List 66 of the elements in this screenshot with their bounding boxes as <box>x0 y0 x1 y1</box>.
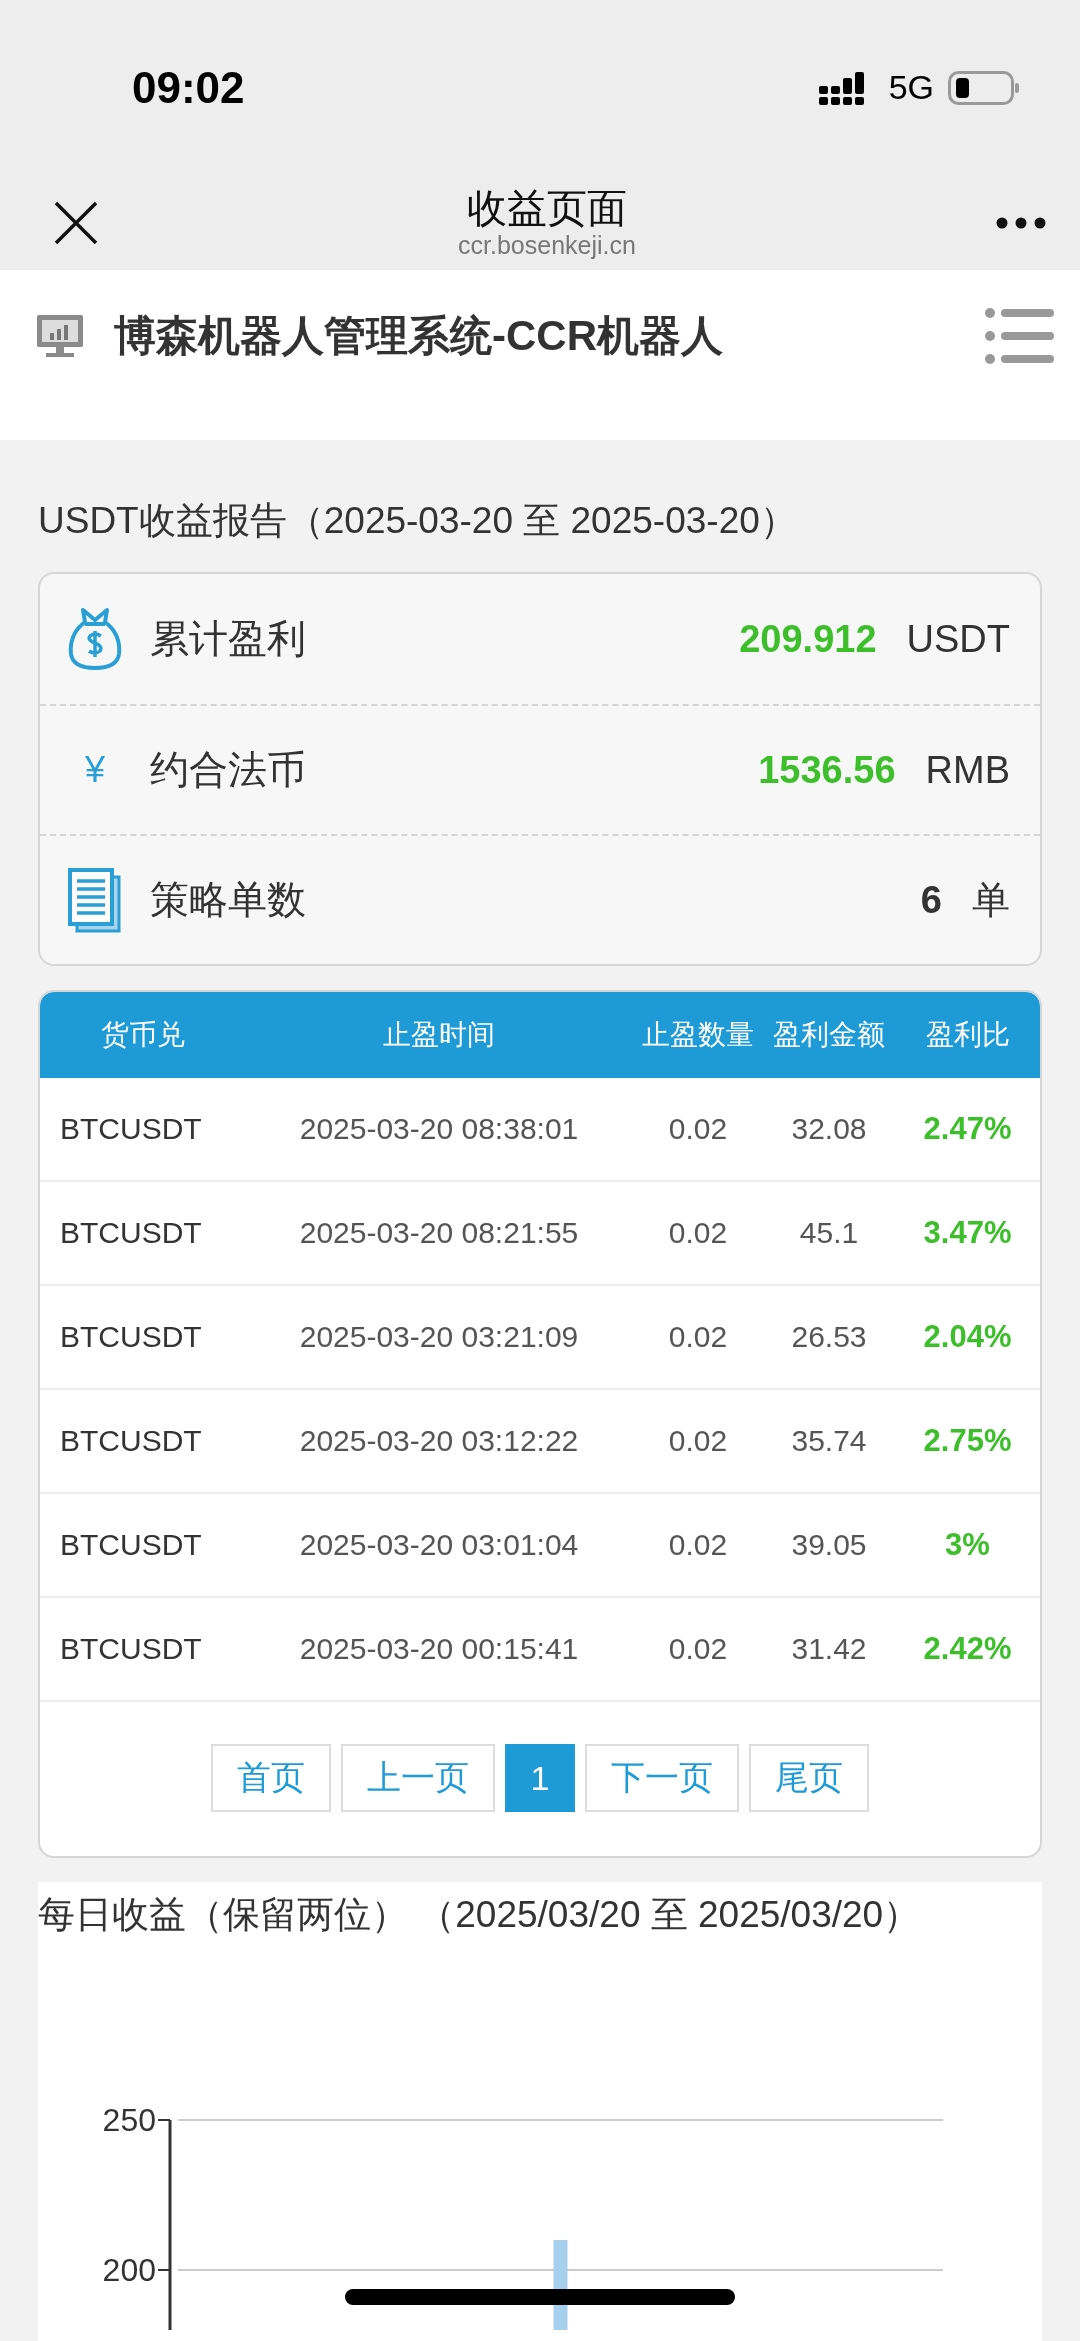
table-cell-text: 2025-03-20 00:15:41 <box>298 1632 580 1666</box>
network-label: 5G <box>888 68 934 107</box>
page-button[interactable]: 首页 <box>210 1744 331 1812</box>
table-cell-text: 2025-03-20 03:21:09 <box>298 1320 580 1354</box>
money-bag-icon <box>67 606 123 672</box>
table-cell-text: BTCUSDT <box>59 1112 203 1146</box>
summary-value: 1536.56 <box>758 748 896 792</box>
chart-title: 每日收益（保留两位） （2025/03/20 至 2025/03/20） <box>38 1893 922 1937</box>
table-cell-text: 0.02 <box>667 1112 729 1146</box>
table-cell-text: BTCUSDT <box>59 1528 203 1562</box>
table-cell-text: 35.74 <box>790 1424 868 1458</box>
axis-tick-label: 200 <box>102 2252 156 2288</box>
table-cell-text: 2025-03-20 03:12:22 <box>298 1424 580 1458</box>
more-icon[interactable] <box>996 216 1046 229</box>
table-cell-text: 32.08 <box>790 1112 868 1146</box>
table-cell-text: BTCUSDT <box>59 1216 203 1250</box>
table-cell-text: 2025-03-20 08:21:55 <box>298 1216 580 1250</box>
page-button[interactable]: 下一页 <box>585 1744 740 1812</box>
table-cell-text: 45.1 <box>798 1216 860 1250</box>
summary-unit: RMB <box>925 748 1010 792</box>
document-icon <box>67 867 123 933</box>
yen-icon: ¥ <box>85 749 105 791</box>
page-button[interactable]: 尾页 <box>749 1744 870 1812</box>
table-cell-text: BTCUSDT <box>59 1320 203 1354</box>
summary-label: 约合法币 <box>150 747 307 793</box>
report-title: USDT收益报告（2025-03-20 至 2025-03-20） <box>38 499 798 543</box>
menu-icon[interactable] <box>984 307 1054 365</box>
summary-value: 6 <box>920 878 942 922</box>
table-cell-text: 2.42% <box>922 1631 1013 1667</box>
table-cell-text: 3.47% <box>922 1215 1013 1251</box>
table-cell-text: 26.53 <box>790 1320 868 1354</box>
column-header: 止盈数量 <box>641 1018 755 1052</box>
table-cell-text: 0.02 <box>667 1320 729 1354</box>
column-header: 盈利金额 <box>772 1018 886 1052</box>
page-button[interactable]: 1 <box>504 1744 576 1812</box>
page-url: ccr.bosenkeji.cn <box>458 231 636 260</box>
table-cell-text: BTCUSDT <box>59 1424 203 1458</box>
page-button[interactable]: 上一页 <box>340 1744 495 1812</box>
page-title: 收益页面 <box>467 185 627 231</box>
column-header: 止盈时间 <box>382 1018 496 1052</box>
table-cell-text: 2.47% <box>922 1111 1013 1147</box>
summary-label: 累计盈利 <box>150 616 307 662</box>
table-cell-text: 3% <box>944 1527 991 1563</box>
table-cell-text: 0.02 <box>667 1528 729 1562</box>
table-cell-text: 0.02 <box>667 1424 729 1458</box>
table-cell-text: 0.02 <box>667 1632 729 1666</box>
summary-value: 209.912 <box>739 617 877 661</box>
axis-tick-label: 250 <box>102 2102 156 2138</box>
battery-icon <box>948 70 1020 105</box>
clock-time: 09:02 <box>132 62 245 113</box>
summary-unit: 单 <box>972 877 1010 923</box>
table-cell-text: 39.05 <box>790 1528 868 1562</box>
table-cell-text: 2.04% <box>922 1319 1013 1355</box>
table-cell-text: 31.42 <box>790 1632 868 1666</box>
table-cell-text: BTCUSDT <box>59 1632 203 1666</box>
column-header: 货币兑 <box>99 1018 186 1052</box>
site-title: 博森机器人管理系统-CCR机器人 <box>114 311 724 361</box>
close-icon[interactable] <box>54 200 98 245</box>
monitor-icon <box>36 314 84 358</box>
table-cell-text: 2025-03-20 08:38:01 <box>298 1112 580 1146</box>
table-cell-text: 2.75% <box>922 1423 1013 1459</box>
table-cell-text: 2025-03-20 03:01:04 <box>298 1528 580 1562</box>
summary-label: 策略单数 <box>150 877 307 923</box>
column-header: 盈利比 <box>924 1018 1011 1052</box>
summary-unit: USDT <box>906 617 1010 661</box>
table-cell-text: 0.02 <box>667 1216 729 1250</box>
